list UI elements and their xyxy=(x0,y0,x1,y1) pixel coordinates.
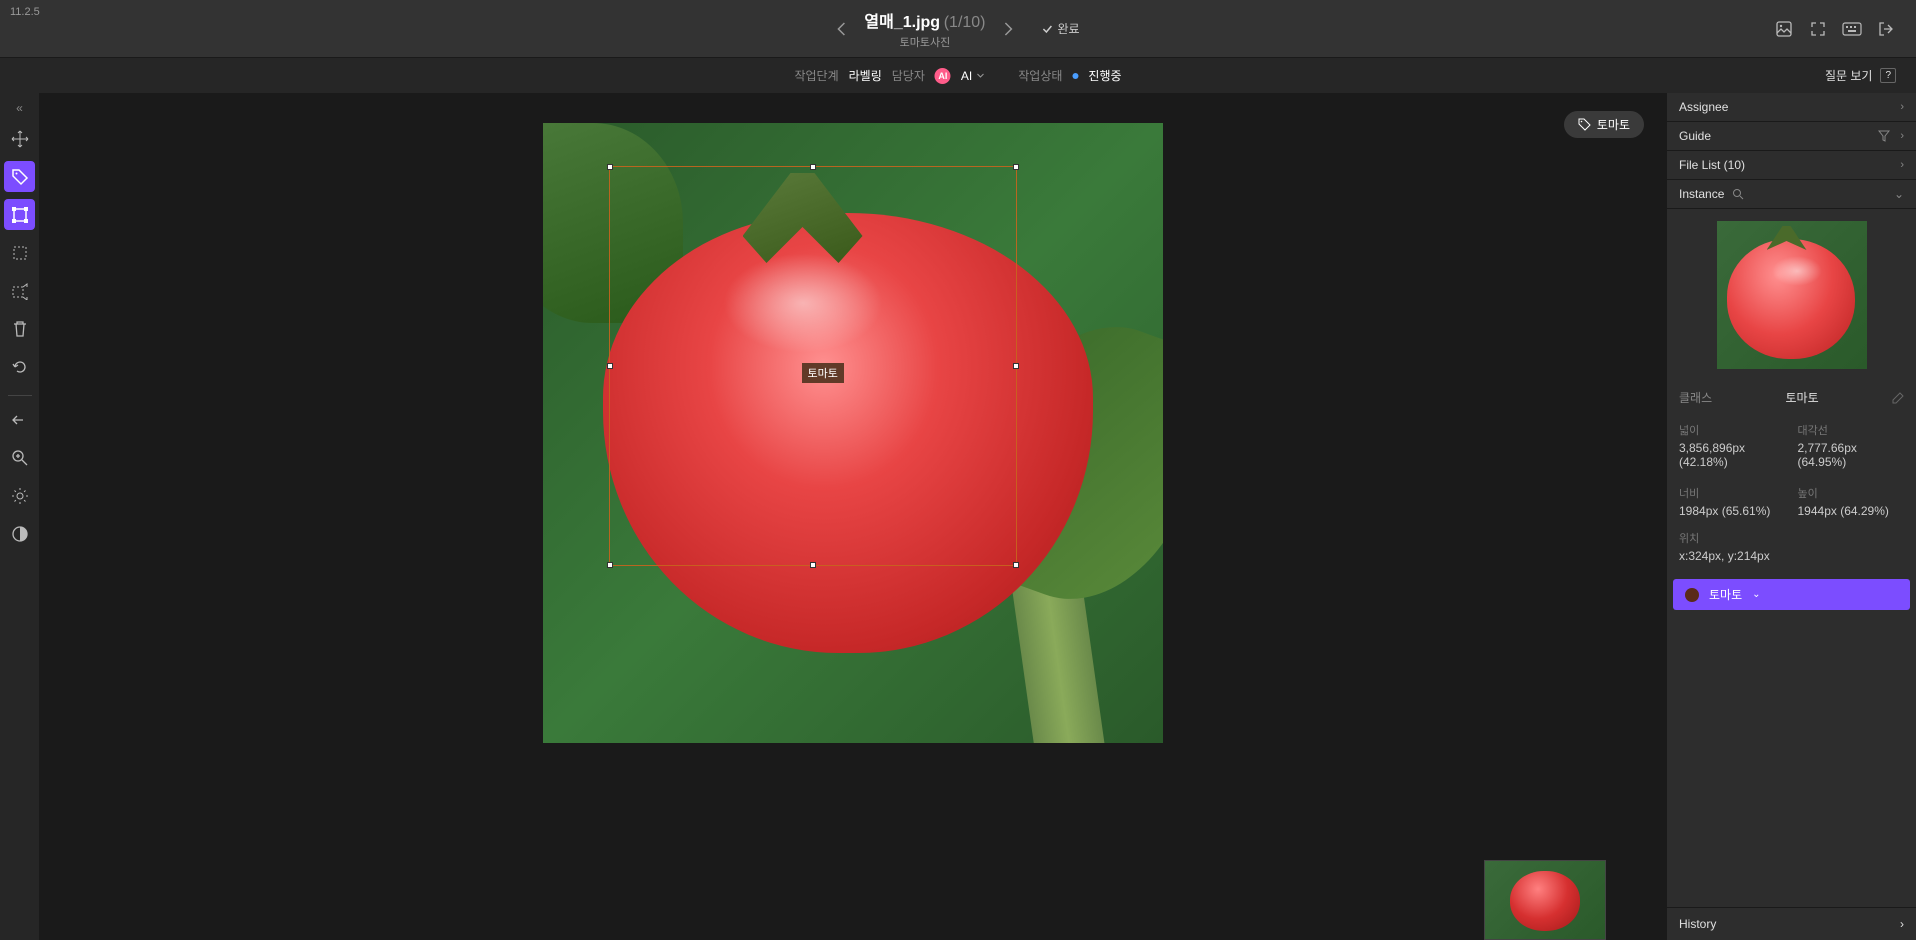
chevron-down-icon xyxy=(976,73,984,78)
instance-section-label: Instance xyxy=(1679,187,1724,201)
chevron-right-icon: › xyxy=(1900,917,1904,931)
filelist-section[interactable]: File List (10) › xyxy=(1667,151,1916,180)
diagonal-label: 대각선 xyxy=(1798,422,1905,438)
tag-tool[interactable] xyxy=(4,161,35,192)
instance-preview-image xyxy=(1717,221,1867,369)
fullscreen-icon[interactable] xyxy=(1808,19,1828,39)
active-tag-chip[interactable]: 토마토 xyxy=(1564,111,1644,138)
bbox-label: 토마토 xyxy=(802,363,844,383)
height-value: 1944px (64.29%) xyxy=(1798,504,1905,518)
chevron-down-icon: ⌄ xyxy=(1752,589,1760,600)
stage-label: 작업단계 xyxy=(794,67,838,84)
search-icon[interactable] xyxy=(1732,188,1744,200)
status-dot-icon xyxy=(1072,73,1078,79)
transform-tool[interactable] xyxy=(4,275,35,306)
version-text: 11.2.5 xyxy=(10,6,40,18)
collapse-toolbar-button[interactable]: « xyxy=(16,101,23,115)
tag-label: 토마토 xyxy=(1597,116,1630,133)
tag-icon xyxy=(1578,118,1591,131)
chevron-right-icon: › xyxy=(1900,159,1904,171)
bbox-handle-tr[interactable] xyxy=(1013,164,1019,170)
class-value: 토마토 xyxy=(1786,389,1819,406)
instance-section[interactable]: Instance ⌄ xyxy=(1667,180,1916,209)
undo-tool[interactable] xyxy=(4,351,35,382)
contrast-tool[interactable] xyxy=(4,518,35,549)
status-value: 진행중 xyxy=(1088,67,1121,84)
brightness-tool[interactable] xyxy=(4,480,35,511)
complete-label: 완료 xyxy=(1058,20,1080,37)
bbox-handle-bl[interactable] xyxy=(607,562,613,568)
class-label: 클래스 xyxy=(1679,389,1712,406)
instance-item-label: 토마토 xyxy=(1709,586,1742,603)
prev-file-button[interactable] xyxy=(836,21,846,37)
edit-icon[interactable] xyxy=(1892,392,1904,404)
status-label: 작업상태 xyxy=(1018,67,1062,84)
next-file-button[interactable] xyxy=(1004,21,1014,37)
bbox-handle-ml[interactable] xyxy=(607,363,613,369)
instance-color-dot xyxy=(1685,588,1699,602)
complete-button[interactable]: 완료 xyxy=(1042,20,1080,37)
instance-item[interactable]: 토마토 ⌄ xyxy=(1673,579,1910,610)
bbox-handle-tl[interactable] xyxy=(607,164,613,170)
area-label: 넓이 xyxy=(1679,422,1786,438)
filelist-section-label: File List (10) xyxy=(1679,158,1745,172)
bbox-tool[interactable] xyxy=(4,199,35,230)
guide-section[interactable]: Guide › xyxy=(1667,122,1916,151)
ai-badge: AI xyxy=(935,68,951,84)
bounding-box[interactable]: 토마토 xyxy=(609,166,1017,566)
chevron-right-icon: › xyxy=(1900,101,1904,113)
file-title: 열매_1.jpg xyxy=(864,14,940,31)
diagonal-value: 2,777.66px (64.95%) xyxy=(1798,441,1905,469)
ai-dropdown[interactable]: AI xyxy=(961,69,984,83)
gallery-icon[interactable] xyxy=(1774,19,1794,39)
assignee-label: 담당자 xyxy=(892,67,925,84)
assignee-section[interactable]: Assignee › xyxy=(1667,93,1916,122)
width-label: 너비 xyxy=(1679,485,1786,501)
delete-tool[interactable] xyxy=(4,313,35,344)
keyboard-icon[interactable] xyxy=(1842,19,1862,39)
crop-tool[interactable] xyxy=(4,237,35,268)
area-value: 3,856,896px (42.18%) xyxy=(1679,441,1786,469)
bbox-handle-bc[interactable] xyxy=(810,562,816,568)
stage-value: 라벨링 xyxy=(849,67,882,84)
bbox-handle-tc[interactable] xyxy=(810,164,816,170)
file-counter: (1/10) xyxy=(944,14,986,31)
history-section-label: History xyxy=(1679,917,1716,931)
bbox-handle-mr[interactable] xyxy=(1013,363,1019,369)
filter-icon[interactable] xyxy=(1878,130,1890,142)
chevron-right-icon: › xyxy=(1900,130,1904,142)
width-value: 1984px (65.61%) xyxy=(1679,504,1786,518)
help-icon[interactable]: ? xyxy=(1880,68,1896,83)
move-tool[interactable] xyxy=(4,123,35,154)
guide-section-label: Guide xyxy=(1679,129,1711,143)
chevron-down-icon: ⌄ xyxy=(1894,187,1904,201)
file-subtitle: 토마토사진 xyxy=(864,34,985,50)
height-label: 높이 xyxy=(1798,485,1905,501)
history-section[interactable]: History › xyxy=(1667,907,1916,940)
zoom-tool[interactable] xyxy=(4,442,35,473)
question-link[interactable]: 질문 보기 xyxy=(1825,67,1873,84)
thumbnail[interactable] xyxy=(1484,860,1606,940)
canvas-image[interactable]: 토마토 xyxy=(543,123,1163,743)
position-label: 위치 xyxy=(1679,530,1904,546)
position-value: x:324px, y:214px xyxy=(1679,549,1904,563)
bbox-handle-br[interactable] xyxy=(1013,562,1019,568)
exit-icon[interactable] xyxy=(1876,19,1896,39)
assignee-section-label: Assignee xyxy=(1679,100,1728,114)
undo-button[interactable] xyxy=(4,404,35,435)
